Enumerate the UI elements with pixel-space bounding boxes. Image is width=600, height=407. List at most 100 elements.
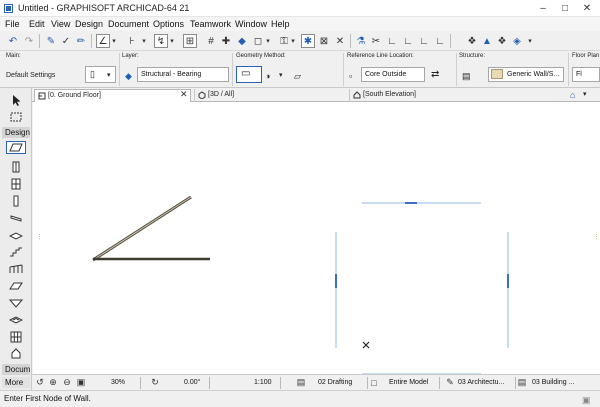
menu-file[interactable]: File bbox=[5, 19, 20, 29]
menu-design[interactable]: Design bbox=[75, 19, 103, 29]
chevron-down-icon[interactable]: ▾ bbox=[140, 34, 148, 48]
menu-teamwork[interactable]: Teamwork bbox=[190, 19, 231, 29]
intersect-icon[interactable]: ✕ bbox=[333, 34, 347, 48]
inject-parameters-icon[interactable]: ✓ bbox=[59, 34, 73, 48]
connect-icon[interactable]: ❖ bbox=[495, 34, 509, 48]
layer-combination-value[interactable]: 02 Drafting bbox=[318, 377, 352, 389]
left-edge-handle-icon[interactable]: ⋮ bbox=[36, 233, 43, 243]
arrow-tool-icon[interactable] bbox=[9, 94, 23, 107]
eyedropper-icon[interactable]: ✏ bbox=[74, 34, 88, 48]
structure-dropdown[interactable]: Generic Wall/S... bbox=[488, 67, 564, 82]
scale-value[interactable]: 1:100 bbox=[254, 377, 272, 389]
grid-snap-icon[interactable]: ⊞ bbox=[183, 34, 197, 48]
fillet-icon[interactable]: ∟ bbox=[385, 34, 399, 48]
morph-tool-icon[interactable] bbox=[9, 347, 23, 360]
railing-tool-icon[interactable] bbox=[9, 262, 23, 275]
menu-options[interactable]: Options bbox=[153, 19, 184, 29]
move-cursor-icon[interactable]: ✚ bbox=[219, 34, 233, 48]
magic-wand-icon[interactable]: ✱ bbox=[301, 34, 315, 48]
chevron-down-icon[interactable]: ▾ bbox=[289, 34, 297, 48]
zoom-in-icon[interactable]: ⊕ bbox=[48, 377, 58, 388]
tab-ground-floor[interactable]: [0. Ground Floor] bbox=[34, 89, 191, 102]
redo-icon[interactable]: ↷ bbox=[22, 34, 36, 48]
chevron-down-icon[interactable]: ▾ bbox=[110, 34, 118, 48]
undo-icon[interactable]: ↶ bbox=[6, 34, 20, 48]
menu-document[interactable]: Document bbox=[108, 19, 149, 29]
trim-icon[interactable]: ⊠ bbox=[317, 34, 331, 48]
pen-set-icon[interactable]: ✎ bbox=[445, 377, 455, 388]
reference-line-icon[interactable]: ▫ bbox=[349, 71, 352, 81]
curve-edge-icon[interactable]: ∟ bbox=[433, 34, 447, 48]
layer-combination-icon[interactable]: ▤ bbox=[296, 377, 306, 388]
fit-in-window-icon[interactable]: ▣ bbox=[76, 377, 86, 388]
beam-tool-icon[interactable] bbox=[9, 211, 23, 224]
window-tool-icon[interactable] bbox=[9, 177, 23, 190]
reference-line-swap-icon[interactable]: ⇄ bbox=[431, 69, 439, 80]
resize-grip-icon[interactable]: ▣ bbox=[582, 395, 594, 405]
stair-tool-icon[interactable] bbox=[9, 245, 23, 258]
chevron-down-icon[interactable]: ▾ bbox=[526, 34, 534, 48]
structure-type-icon[interactable]: ▤ bbox=[462, 71, 471, 82]
menu-help[interactable]: Help bbox=[271, 19, 290, 29]
model-view-value[interactable]: Entire Model bbox=[389, 377, 428, 389]
floor-plan-dropdown[interactable]: Fl bbox=[572, 67, 600, 82]
orientation-angle[interactable]: 0.00° bbox=[184, 377, 200, 389]
tab-3d-all[interactable]: [3D / All] bbox=[194, 89, 349, 102]
favorites-button[interactable]: ▯ ▾ bbox=[85, 66, 116, 83]
menu-edit[interactable]: Edit bbox=[29, 19, 45, 29]
close-window-button[interactable]: ✕ bbox=[576, 0, 598, 17]
right-edge-handle-icon[interactable]: ⋮ bbox=[593, 233, 600, 243]
close-tab-icon[interactable]: ✕ bbox=[180, 89, 188, 100]
tab-south-elevation[interactable]: [South Elevation] bbox=[349, 89, 564, 102]
menu-window[interactable]: Window bbox=[235, 19, 267, 29]
menu-view[interactable]: View bbox=[51, 19, 70, 29]
reference-line-dropdown[interactable]: Core Outside bbox=[361, 67, 425, 82]
layer-icon[interactable]: ◆ bbox=[235, 34, 249, 48]
zoom-value[interactable]: 30% bbox=[111, 377, 125, 389]
dimension-value[interactable]: 03 Building ... bbox=[532, 377, 574, 389]
adjust-icon[interactable]: ✂ bbox=[369, 34, 383, 48]
chamfer-icon[interactable]: ∟ bbox=[401, 34, 415, 48]
maximize-button[interactable]: □ bbox=[554, 0, 576, 17]
more-section-header[interactable]: More bbox=[2, 377, 30, 388]
roof-tools-icon[interactable]: ▲ bbox=[480, 34, 494, 48]
offset-icon[interactable]: ∟ bbox=[417, 34, 431, 48]
skylight-tool-icon[interactable] bbox=[9, 313, 23, 326]
zoom-out-icon[interactable]: ⊖ bbox=[62, 377, 72, 388]
default-settings-label[interactable]: Default Settings bbox=[6, 72, 55, 79]
chevron-down-icon[interactable]: ▾ bbox=[264, 34, 272, 48]
slab-tool-icon[interactable] bbox=[9, 228, 23, 241]
door-tool-icon[interactable] bbox=[9, 160, 23, 173]
drawing-canvas[interactable]: ⋮ ⋮ bbox=[33, 102, 600, 374]
trapezoid-wall-icon[interactable]: ◑ bbox=[265, 71, 270, 81]
solid-operations-icon[interactable]: ❖ bbox=[465, 34, 479, 48]
navigator-tab-menu[interactable]: ⌂ ▾ bbox=[567, 89, 599, 102]
shell-tool-icon[interactable] bbox=[9, 296, 23, 309]
column-tool-icon[interactable] bbox=[9, 194, 23, 207]
explode-icon[interactable]: ◈ bbox=[510, 34, 524, 48]
marquee-tool-icon[interactable] bbox=[9, 110, 23, 123]
grid-icon[interactable]: # bbox=[204, 34, 218, 48]
straight-wall-method-button[interactable]: ▭ bbox=[236, 66, 262, 83]
snap-guides-icon[interactable]: ⊦ bbox=[125, 34, 139, 48]
roof-tool-icon[interactable] bbox=[9, 279, 23, 292]
relative-construction-icon[interactable]: ↯ bbox=[154, 34, 168, 48]
guide-line-icon[interactable]: ∠ bbox=[96, 34, 110, 48]
curtain-wall-tool-icon[interactable] bbox=[9, 330, 23, 343]
split-icon[interactable]: ⚗ bbox=[354, 34, 368, 48]
wall-tool-icon[interactable] bbox=[6, 141, 26, 154]
model-view-icon[interactable]: □ bbox=[369, 377, 379, 388]
suspend-groups-icon[interactable]: ◻ bbox=[251, 34, 265, 48]
polygon-wall-icon[interactable]: ▱ bbox=[294, 71, 301, 82]
pen-set-value[interactable]: 03 Architectu... bbox=[458, 377, 504, 389]
layer-visible-icon[interactable]: ◆ bbox=[125, 71, 132, 82]
drawing-area[interactable] bbox=[33, 102, 600, 374]
rotate-view-icon[interactable]: ↻ bbox=[150, 377, 160, 388]
zoom-previous-icon[interactable]: ↺ bbox=[35, 377, 45, 388]
layer-dropdown[interactable]: Structural - Bearing bbox=[137, 67, 229, 82]
dimension-standard-icon[interactable]: ▤ bbox=[517, 377, 527, 388]
document-section-header[interactable]: Docum bbox=[2, 364, 30, 375]
chevron-down-icon[interactable]: ▾ bbox=[168, 34, 176, 48]
pick-up-parameters-icon[interactable]: ✎ bbox=[44, 34, 58, 48]
design-section-header[interactable]: Design bbox=[2, 127, 30, 138]
